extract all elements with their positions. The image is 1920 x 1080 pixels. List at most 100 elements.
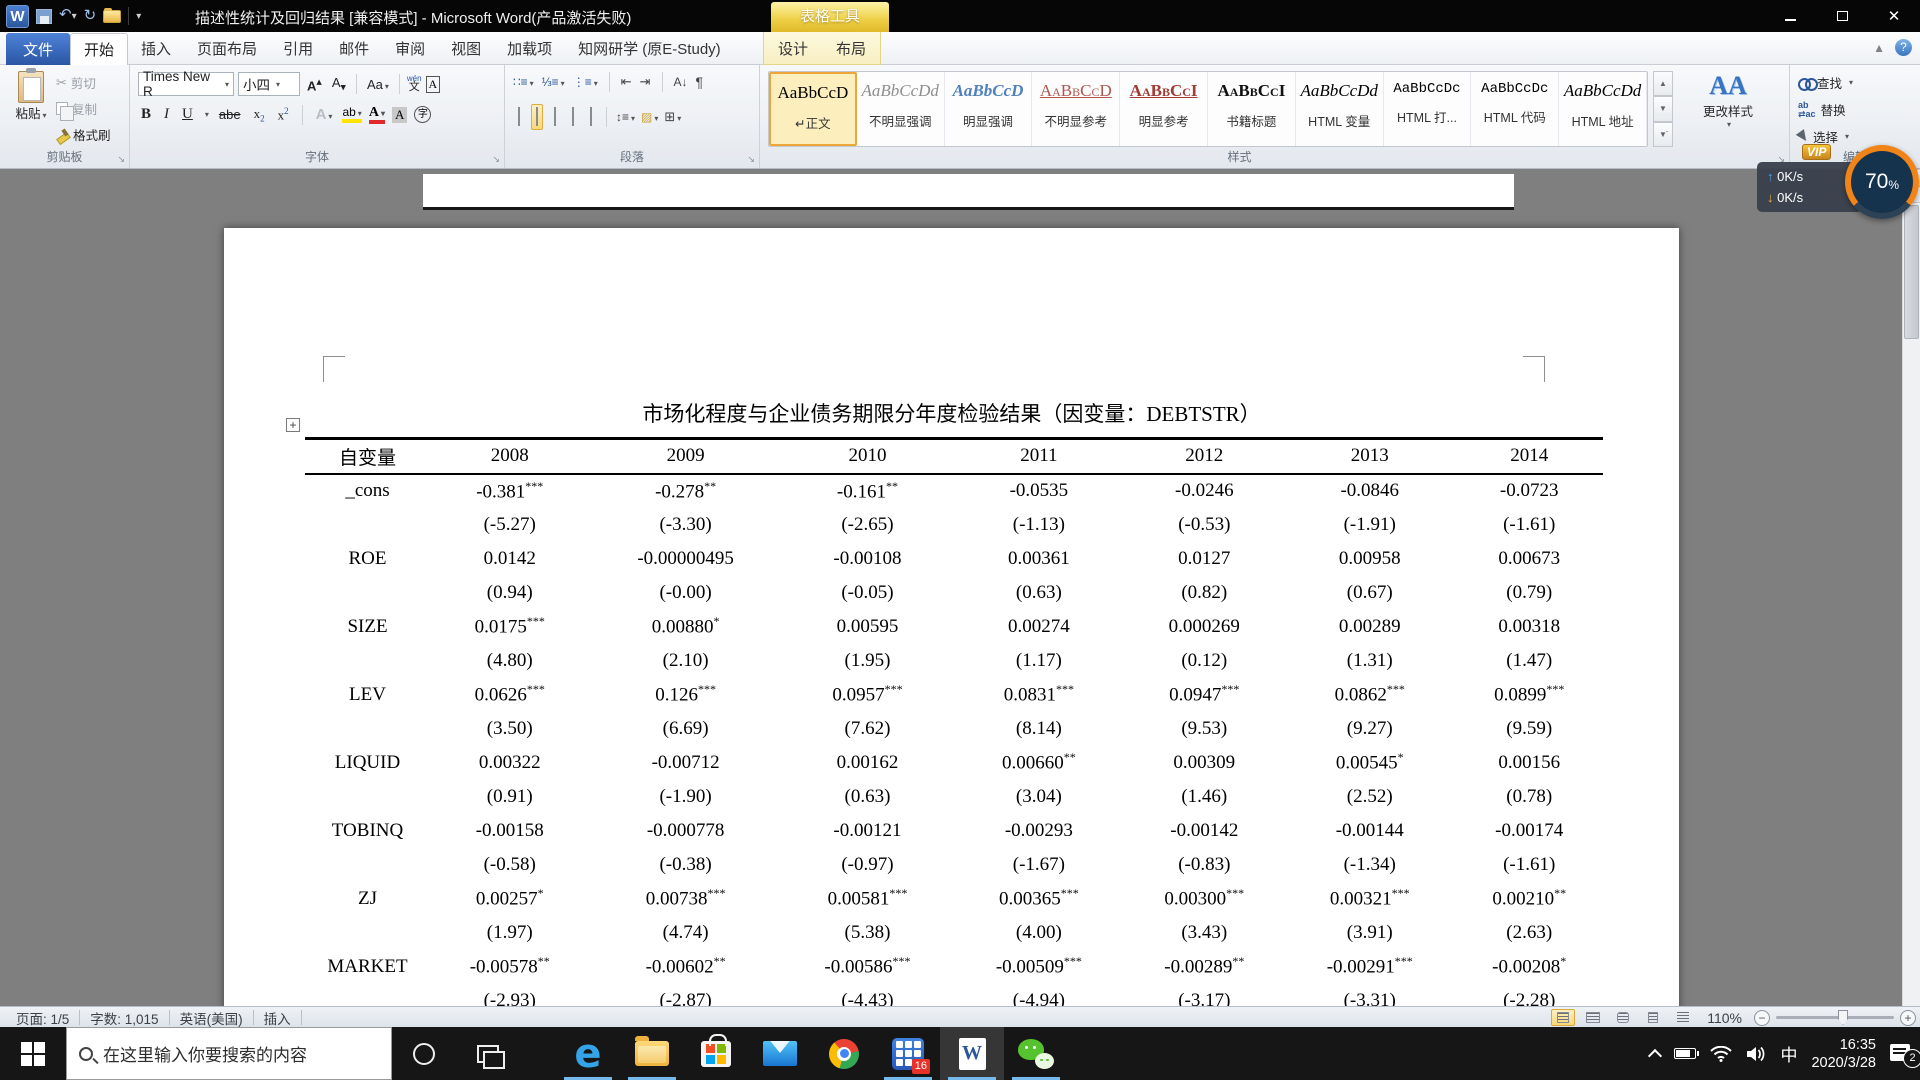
distribute-icon[interactable] [585,104,597,130]
vip-badge[interactable]: VIP [1802,144,1832,160]
coefficient-cell[interactable]: -0.278** [589,474,781,508]
coefficient-cell[interactable]: 0.00322 [430,746,589,780]
bullets-icon[interactable]: ∷≡ ▾ [513,75,534,89]
tab-file[interactable]: 文件 [6,33,71,65]
underline-button[interactable]: U [179,104,196,125]
subscript-button[interactable]: x2 [251,104,268,126]
table-title[interactable]: 市场化程度与企业债务期限分年度检验结果（因变量：DEBTSTR） [224,398,1679,428]
change-styles-button[interactable]: AA 更改样式 ▾ [1685,71,1771,151]
empty-cell[interactable] [305,576,430,610]
style-item-10[interactable]: AaBbCcDd HTML 地址 [1559,72,1647,146]
shrink-font-button[interactable]: A▾ [329,73,349,96]
tstat-cell[interactable]: (6.69) [589,712,781,746]
ime-indicator[interactable]: 中 [1780,1041,1797,1066]
tstat-cell[interactable]: (-1.61) [1455,848,1603,882]
coefficient-cell[interactable]: 0.00156 [1455,746,1603,780]
close-button[interactable]: ✕ [1868,0,1920,32]
column-header[interactable]: 2014 [1455,439,1603,474]
decrease-indent-icon[interactable]: ⇤ [621,74,632,90]
font-name-combo[interactable]: Times New R ▾ [138,69,234,99]
taskbar-word[interactable]: W [940,1027,1004,1080]
column-header[interactable]: 自变量 [305,439,430,474]
tstat-cell[interactable]: (1.47) [1455,644,1603,678]
paste-button[interactable]: 粘贴 ▾ [8,68,54,151]
grow-font-button[interactable]: A▴ [304,73,325,95]
styles-scroll-down-icon[interactable]: ▼ [1653,96,1673,122]
coefficient-cell[interactable]: -0.00208* [1455,950,1603,984]
column-header[interactable]: 2009 [589,439,781,474]
tstat-cell[interactable]: (0.82) [1125,576,1284,610]
align-right-icon[interactable] [549,104,561,130]
help-icon[interactable]: ? [1895,39,1912,56]
coefficient-cell[interactable]: -0.00293 [953,814,1124,848]
coefficient-cell[interactable]: 0.00289 [1284,610,1455,644]
tstat-cell[interactable]: (1.17) [953,644,1124,678]
coefficient-cell[interactable]: 0.00162 [782,746,953,780]
coefficient-cell[interactable]: 0.126*** [589,678,781,712]
clipboard-dialog-launcher-icon[interactable]: ↘ [117,154,125,165]
wifi-icon[interactable] [1710,1045,1733,1062]
coefficient-cell[interactable]: 0.00321*** [1284,882,1455,916]
empty-cell[interactable] [305,984,430,1007]
maximize-button[interactable] [1816,0,1868,32]
taskbar-chrome[interactable] [812,1027,876,1080]
tab-view[interactable]: 视图 [438,32,494,65]
coefficient-cell[interactable]: 0.00673 [1455,542,1603,576]
tstat-cell[interactable]: (-2.28) [1455,984,1603,1007]
undo-icon[interactable]: ↶▾ [59,4,77,28]
character-shading-button[interactable]: A [391,106,408,123]
column-header[interactable]: 2013 [1284,439,1455,474]
coefficient-cell[interactable]: 0.00581*** [782,882,953,916]
coefficient-cell[interactable]: 0.0142 [430,542,589,576]
draft-view-icon[interactable] [1671,1009,1695,1026]
superscript-button[interactable]: x2 [275,104,292,125]
speaker-icon[interactable] [1746,1046,1766,1062]
coefficient-cell[interactable]: -0.00289** [1125,950,1284,984]
tstat-cell[interactable]: (2.63) [1455,916,1603,950]
tstat-cell[interactable]: (-0.83) [1125,848,1284,882]
page-indicator[interactable]: 页面: 1/5 [6,1008,79,1028]
coefficient-cell[interactable]: -0.0535 [953,474,1124,508]
coefficient-cell[interactable]: 0.0947*** [1125,678,1284,712]
empty-cell[interactable] [305,916,430,950]
column-header[interactable]: 2011 [953,439,1124,474]
empty-cell[interactable] [305,848,430,882]
tstat-cell[interactable]: (0.63) [953,576,1124,610]
copy-button[interactable]: 复制 [56,99,111,121]
tstat-cell[interactable]: (-0.53) [1125,508,1284,542]
tstat-cell[interactable]: (-2.87) [589,984,781,1007]
style-item-8[interactable]: AaBbCcDc HTML 打... [1384,72,1472,146]
print-layout-view-icon[interactable] [1551,1009,1576,1026]
tstat-cell[interactable]: (0.94) [430,576,589,610]
document-page[interactable]: + 市场化程度与企业债务期限分年度检验结果（因变量：DEBTSTR） 自变量 20… [224,228,1679,1006]
font-dialog-launcher-icon[interactable]: ↘ [492,154,500,165]
web-layout-view-icon[interactable] [1611,1009,1635,1026]
zoom-in-icon[interactable]: + [1900,1009,1916,1026]
tstat-cell[interactable]: (0.78) [1455,780,1603,814]
justify-icon[interactable] [567,104,579,130]
tstat-cell[interactable]: (1.46) [1125,780,1284,814]
word-app-icon[interactable]: W [6,4,29,28]
coefficient-cell[interactable]: -0.00602** [589,950,781,984]
word-count[interactable]: 字数: 1,015 [80,1008,168,1028]
battery-icon[interactable] [1674,1048,1700,1059]
tstat-cell[interactable]: (2.52) [1284,780,1455,814]
variable-name[interactable]: ZJ [305,882,430,916]
zoom-out-icon[interactable]: − [1754,1009,1770,1026]
tstat-cell[interactable]: (-1.34) [1284,848,1455,882]
tab-review[interactable]: 审阅 [382,32,438,65]
taskbar-wechat[interactable] [1004,1027,1068,1080]
find-button[interactable]: 查找 ▾ [1798,73,1853,92]
phonetic-guide-button[interactable]: wén 文 [407,75,422,92]
tab-table-layout[interactable]: 布局 [822,32,880,64]
coefficient-cell[interactable]: 0.00274 [953,610,1124,644]
styles-more-icon[interactable]: ▼̄ [1653,121,1673,147]
minimize-button[interactable] [1764,0,1816,32]
numbering-icon[interactable]: ⅓≡ ▾ [542,75,565,89]
coefficient-cell[interactable]: 0.00545* [1284,746,1455,780]
coefficient-cell[interactable]: -0.00509*** [953,950,1124,984]
column-header[interactable]: 2012 [1125,439,1284,474]
coefficient-cell[interactable]: -0.00158 [430,814,589,848]
coefficient-cell[interactable]: -0.00174 [1455,814,1603,848]
tstat-cell[interactable]: (2.10) [589,644,781,678]
